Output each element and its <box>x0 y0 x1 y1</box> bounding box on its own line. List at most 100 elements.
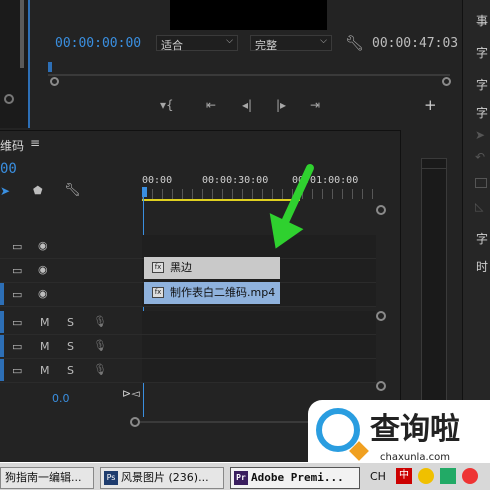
quality-select-value: 完整 <box>255 39 277 52</box>
settings-wrench-icon[interactable]: 🔧︎ <box>64 183 81 198</box>
video-preview <box>170 0 327 30</box>
zoom-handle-left-icon[interactable] <box>50 77 59 86</box>
chevron-down-icon: ⌵ <box>226 36 233 46</box>
clip-label: 黑边 <box>170 261 192 274</box>
tray-icon[interactable] <box>418 468 434 484</box>
ruler-label-0: 00:00 <box>142 175 173 186</box>
v-scroll-bottom-icon[interactable] <box>376 381 386 391</box>
eye-icon[interactable]: ◉ <box>38 239 48 252</box>
track-target-a2[interactable] <box>0 335 4 357</box>
undo-icon[interactable]: ↶ <box>475 150 485 164</box>
playhead-marker[interactable] <box>48 62 52 72</box>
mute-button[interactable]: M <box>40 364 50 377</box>
pen-tool-icon[interactable]: ◺ <box>475 200 483 213</box>
photoshop-icon: Ps <box>104 471 118 485</box>
scrub-bar[interactable] <box>48 74 450 76</box>
insert-marker-icon[interactable]: ▾{ <box>160 98 174 112</box>
step-back-icon[interactable]: ◂| <box>242 98 252 112</box>
panel-tab-4[interactable]: 字 <box>476 104 488 121</box>
playhead-line[interactable] <box>143 197 144 417</box>
camera-icon[interactable]: ▭ <box>12 288 22 301</box>
step-forward-icon[interactable]: |▸ <box>276 98 286 112</box>
track-target-v1[interactable] <box>0 283 4 305</box>
track-header-a1: ▭ M S 🎙︎ <box>0 311 142 335</box>
task-item-3[interactable]: Pr Adobe Premi... <box>230 467 360 489</box>
chevron-down-icon: ⌵ <box>320 36 327 46</box>
solo-button[interactable]: S <box>67 316 74 329</box>
h-scroll-left-icon[interactable] <box>130 417 140 427</box>
track-lane-a3[interactable] <box>142 359 376 383</box>
track-header-a3: ▭ M S 🎙︎ <box>0 359 142 383</box>
fit-select-value: 适合 <box>161 39 183 52</box>
clip-black-border[interactable]: fx 黑边 <box>144 257 280 279</box>
solo-button[interactable]: S <box>67 340 74 353</box>
task-item-1[interactable]: 狗指南一编辑... <box>0 467 94 489</box>
program-monitor: 00:00:00:00 适合 ⌵ 完整 ⌵ 🔧︎ 00:00:47:03 ▾{ … <box>30 0 462 128</box>
watermark-text: 查询啦 <box>370 412 460 447</box>
taskbar: 狗指南一编辑... Ps 风景图片 (236)... Pr Adobe Prem… <box>0 462 490 490</box>
speaker-icon[interactable]: ▭ <box>12 340 22 353</box>
task-item-2[interactable]: Ps 风景图片 (236)... <box>100 467 224 489</box>
tray-app-icon[interactable] <box>440 468 456 484</box>
scrollbar[interactable] <box>20 0 24 68</box>
speaker-icon[interactable]: ▭ <box>12 316 22 329</box>
track-target-a1[interactable] <box>0 311 4 333</box>
panel-tab-6[interactable]: 时 <box>476 258 488 275</box>
timeline-timecode[interactable]: 00 <box>0 161 17 177</box>
go-to-in-icon[interactable]: ⇤ <box>206 98 216 112</box>
panel-menu-icon[interactable]: ≡ <box>30 136 40 150</box>
panel-tab-1[interactable]: 事 <box>476 12 488 29</box>
eye-icon[interactable]: ◉ <box>38 287 48 300</box>
end-marker-icon[interactable]: ⊳◅ <box>122 387 140 400</box>
meter-divider <box>421 168 447 169</box>
watermark: 查询啦 chaxunla.com <box>308 400 490 470</box>
panel-tab-3[interactable]: 字 <box>476 76 488 93</box>
quality-select[interactable]: 完整 ⌵ <box>250 35 332 52</box>
ime-icon[interactable]: 中 <box>396 468 412 484</box>
panel-tab-5[interactable]: 字 <box>476 230 488 247</box>
task-label: 风景图片 (236)... <box>121 471 209 484</box>
playhead-handle[interactable] <box>142 187 147 197</box>
master-volume-value[interactable]: 0.0 <box>52 392 70 405</box>
zoom-handle-right-icon[interactable] <box>442 77 451 86</box>
right-panel-column: 事 字 字 字 ➤ ↶ ◺ 字 时 <box>462 0 490 460</box>
v-scroll-top-icon[interactable] <box>376 205 386 215</box>
mic-icon[interactable]: 🎙︎ <box>93 339 107 352</box>
duration-timecode: 00:00:47:03 <box>372 36 459 51</box>
eye-icon[interactable]: ◉ <box>38 263 48 276</box>
mic-icon[interactable]: 🎙︎ <box>93 363 107 376</box>
mic-icon[interactable]: 🎙︎ <box>93 315 107 328</box>
timeline-panel: 维码 ≡ 00 ➤ ⬟ 🔧︎ 00:00 00:00:30:00 00:01:0… <box>0 130 400 430</box>
current-timecode[interactable]: 00:00:00:00 <box>55 36 141 51</box>
go-to-out-icon[interactable]: ⇥ <box>310 98 320 112</box>
scroll-handle-icon[interactable] <box>4 94 14 104</box>
rect-tool-icon[interactable] <box>475 178 487 188</box>
speaker-icon[interactable]: ▭ <box>12 364 22 377</box>
mute-button[interactable]: M <box>40 340 50 353</box>
solo-button[interactable]: S <box>67 364 74 377</box>
tray-app2-icon[interactable] <box>462 468 478 484</box>
track-header-v2: ▭ ◉ <box>0 259 142 283</box>
mute-button[interactable]: M <box>40 316 50 329</box>
add-button-icon[interactable]: + <box>424 96 437 114</box>
wrench-icon[interactable]: 🔧︎ <box>345 34 364 52</box>
v-scroll-mid-icon[interactable] <box>376 311 386 321</box>
fit-select[interactable]: 适合 ⌵ <box>156 35 238 52</box>
track-lane-a2[interactable] <box>142 335 376 359</box>
timeline-title[interactable]: 维码 <box>0 137 24 154</box>
left-panel-strip <box>0 0 30 128</box>
fx-badge-icon: fx <box>152 287 164 298</box>
fx-badge-icon: fx <box>152 262 164 273</box>
language-indicator[interactable]: CH <box>370 470 386 483</box>
track-header-v1: ▭ ◉ <box>0 283 142 307</box>
panel-tab-2[interactable]: 字 <box>476 44 488 61</box>
track-target-a3[interactable] <box>0 359 4 381</box>
track-lane-a1[interactable] <box>142 311 376 335</box>
select-tool-icon[interactable]: ➤ <box>475 128 485 142</box>
snap-icon[interactable]: ➤ <box>0 184 10 198</box>
camera-icon[interactable]: ▭ <box>12 264 22 277</box>
task-label: 狗指南一编辑... <box>5 471 82 484</box>
clip-main-video[interactable]: fx 制作表白二维码.mp4 <box>144 282 280 304</box>
marker-icon[interactable]: ⬟ <box>33 184 43 197</box>
camera-icon[interactable]: ▭ <box>12 240 22 253</box>
